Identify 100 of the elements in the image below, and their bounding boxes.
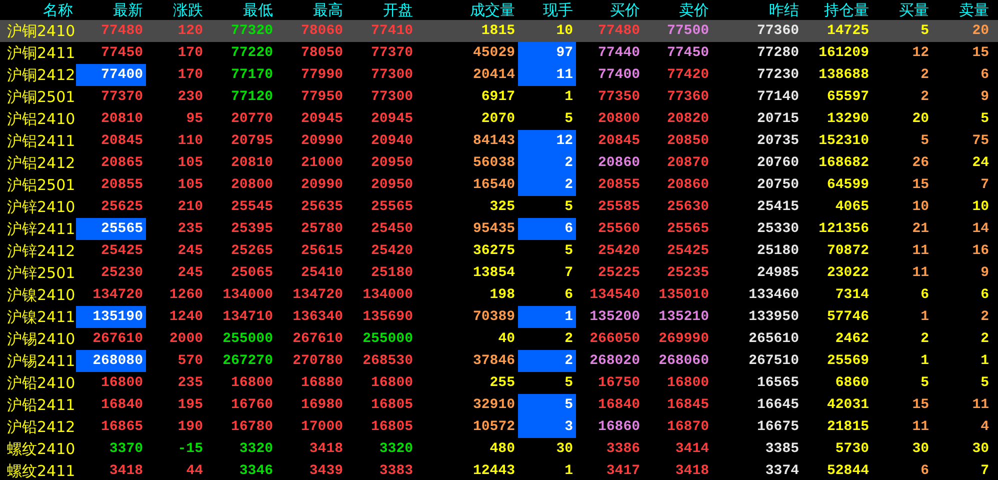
quote-value: 77480 [598,23,640,39]
quote-value: 77120 [230,89,273,105]
quote-value: 20855 [100,177,143,193]
quote-value: 20735 [756,133,799,149]
quote-value: 25425 [666,243,709,259]
quote-value: 11 [972,397,989,413]
quote-value: 20750 [756,177,799,193]
quote-value: 134720 [292,287,343,303]
quote-row[interactable]: 沪铝2412 20865 105 20810 21000 20950 56038 2 20860 20870 20760 168682 26 24 [0,152,998,174]
quote-row[interactable]: 沪铅2410 16800 235 16800 16880 16800 255 5 16750 16800 16565 6860 5 5 [0,372,998,394]
quote-value: 78060 [300,23,343,39]
quote-value: 16565 [756,375,799,391]
quote-row[interactable]: 沪铝2410 20810 95 20770 20945 20945 2070 5 20800 20820 20715 13290 20 5 [0,108,998,130]
quote-value: 16 [972,243,989,259]
quote-row[interactable]: 沪锌2501 25230 245 25065 25410 25180 13854 7 25225 25235 24985 23022 11 9 [0,262,998,284]
quote-value: 16880 [300,375,343,391]
quote-row[interactable]: 沪铜2411 77450 170 77220 78050 77370 45029 97 77440 77450 77280 161209 12 15 [0,42,998,64]
quote-row[interactable]: 沪铅2411 16840 195 16760 16980 16805 32910 5 16840 16845 16645 42031 15 11 [0,394,998,416]
quote-row[interactable]: 沪铝2501 20855 105 20800 20990 20950 16540 2 20855 20860 20750 64599 15 7 [0,174,998,196]
quote-value: 77320 [230,23,273,39]
quote-value: 135690 [362,309,413,325]
quote-value: 25560 [598,221,640,237]
column-header[interactable]: 昨结 [712,0,802,20]
quote-value: 42031 [826,397,869,413]
quote-value: 16845 [666,397,709,413]
quote-row[interactable]: 沪镍2410 134720 1260 134000 134720 134000 198 6 134540 135010 133460 7314 6 6 [0,284,998,306]
quote-row[interactable]: 沪铅2412 16865 190 16780 17000 16805 10572 3 16860 16870 16675 21815 11 4 [0,416,998,438]
quote-value: 77440 [598,45,640,61]
quote-value: 11 [556,67,573,83]
column-header[interactable]: 买价 [576,0,643,20]
quote-row[interactable]: 沪铝2411 20845 110 20795 20990 20940 84143 12 20845 20850 20735 152310 5 75 [0,130,998,152]
column-header[interactable]: 最新 [76,0,146,20]
quote-value: 30 [912,441,929,457]
quote-value: 77400 [598,67,640,83]
quote-value: 77230 [756,67,799,83]
quote-value: 5 [564,375,573,391]
quote-value: 25630 [666,199,709,215]
contract-name: 沪铝2501 [6,175,76,196]
quote-value: 15 [912,177,929,193]
column-header[interactable]: 最高 [276,0,346,20]
column-header[interactable]: 涨跌 [146,0,206,20]
quote-value: 20760 [756,155,799,171]
quote-value: 25420 [370,243,413,259]
quote-row[interactable]: 沪铜2410 77480 120 77320 78060 77410 1815 10 77480 77500 77360 14725 5 20 [0,20,998,42]
quote-value: 20 [972,23,989,39]
quote-value: 110 [178,133,203,149]
quote-value: 161209 [818,45,869,61]
quote-value: 325 [490,199,515,215]
quote-row[interactable]: 沪铜2501 77370 230 77120 77950 77300 6917 1 77350 77360 77140 65597 2 9 [0,86,998,108]
column-header[interactable]: 名称 [0,0,76,20]
quote-row[interactable]: 沪锌2411 25565 235 25395 25780 25450 95435 6 25560 25565 25330 121356 21 14 [0,218,998,240]
quote-value: 266050 [590,331,640,347]
column-header[interactable]: 开盘 [346,0,416,20]
quote-value: 16860 [598,419,640,435]
contract-name: 沪镍2410 [6,285,76,306]
quote-value: 3386 [606,441,640,457]
quote-row[interactable]: 螺纹2410 3370 -15 3320 3418 3320 480 30 3386 3414 3385 5730 30 30 [0,438,998,460]
column-header[interactable]: 卖量 [932,0,992,20]
column-header[interactable]: 买量 [872,0,932,20]
column-header[interactable]: 现手 [518,0,576,20]
contract-name: 沪铅2411 [6,395,76,416]
quote-row[interactable]: 沪锌2412 25425 245 25265 25615 25420 36275 5 25420 25425 25180 70872 11 16 [0,240,998,262]
column-header[interactable]: 成交量 [416,0,518,20]
quote-row[interactable]: 螺纹2411 3418 44 3346 3439 3383 12443 1 3417 3418 3374 52844 6 7 [0,460,998,480]
quote-value: 25065 [230,265,273,281]
quote-value: 25450 [370,221,413,237]
column-header[interactable]: 持仓量 [802,0,872,20]
quote-value: 16840 [598,397,640,413]
quote-row[interactable]: 沪锡2411 268080 570 267270 270780 268530 37846 2 268020 268060 267510 25569 1 1 [0,350,998,372]
quote-value: 20855 [598,177,640,193]
quote-value: 3417 [606,463,640,479]
column-header[interactable]: 最低 [206,0,276,20]
quote-value: 20810 [100,111,143,127]
column-header[interactable]: 卖价 [643,0,712,20]
quote-value: 16840 [100,397,143,413]
quote-value: 52844 [826,463,869,479]
quote-value: 134710 [222,309,273,325]
quote-row[interactable]: 沪铜2412 77400 170 77170 77990 77300 20414 11 77400 77420 77230 138688 2 6 [0,64,998,86]
quote-value: 170 [178,45,203,61]
quote-value: 7 [980,463,989,479]
quote-value: 20940 [370,133,413,149]
quote-row[interactable]: 沪锡2410 267610 2000 255000 267610 255000 40 2 266050 269990 265610 2462 2 2 [0,328,998,350]
quote-value: 1240 [169,309,203,325]
contract-name: 沪铜2410 [6,21,76,42]
quote-value: 268530 [362,353,413,369]
quote-value: 255000 [222,331,273,347]
contract-name: 沪锡2411 [6,351,76,372]
quote-value: 77990 [300,67,343,83]
quote-row[interactable]: 沪镍2411 135190 1240 134710 136340 135690 70389 1 135200 135210 133950 57746 1 2 [0,306,998,328]
quote-value: 70872 [826,243,869,259]
quote-value: 235 [178,375,203,391]
quote-value: 16800 [100,375,143,391]
quote-value: 3418 [109,463,143,479]
quote-value: 1 [564,463,573,479]
quote-row[interactable]: 沪锌2410 25625 210 25545 25635 25565 325 5 25585 25630 25415 4065 10 10 [0,196,998,218]
quote-value: 134720 [92,287,143,303]
quote-value: 21 [912,221,929,237]
quote-value: 20820 [666,111,709,127]
quote-value: 235 [178,221,203,237]
contract-name: 沪锡2410 [6,329,76,350]
